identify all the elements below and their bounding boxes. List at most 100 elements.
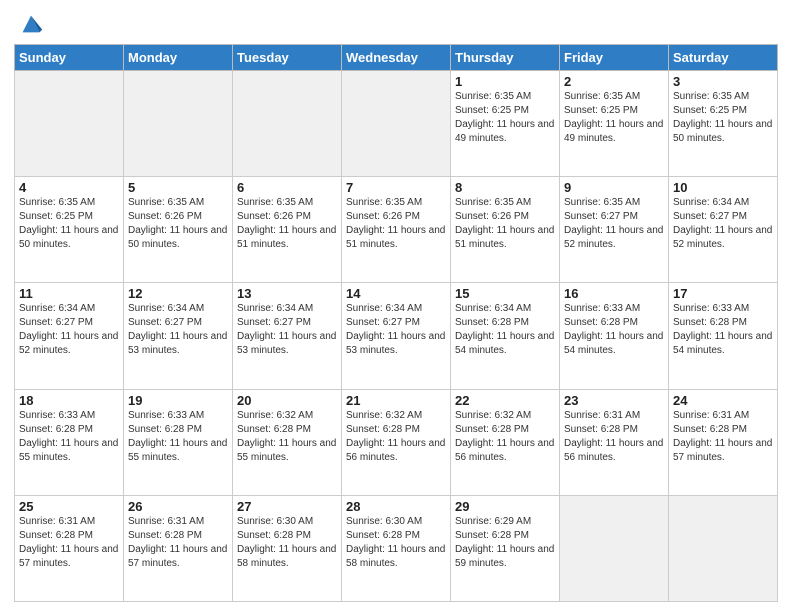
day-info: Sunrise: 6:32 AMSunset: 6:28 PMDaylight:…: [455, 409, 555, 465]
day-info: Sunrise: 6:34 AMSunset: 6:27 PMDaylight:…: [128, 302, 228, 358]
day-number: 20: [237, 393, 337, 408]
day-info: Sunrise: 6:34 AMSunset: 6:27 PMDaylight:…: [19, 302, 119, 358]
day-info: Sunrise: 6:33 AMSunset: 6:28 PMDaylight:…: [564, 302, 664, 358]
calendar-cell: [669, 495, 778, 601]
day-number: 22: [455, 393, 555, 408]
calendar-cell: 23Sunrise: 6:31 AMSunset: 6:28 PMDayligh…: [560, 389, 669, 495]
day-number: 28: [346, 499, 446, 514]
weekday-wednesday: Wednesday: [342, 45, 451, 71]
calendar-cell: 9Sunrise: 6:35 AMSunset: 6:27 PMDaylight…: [560, 177, 669, 283]
calendar-cell: 3Sunrise: 6:35 AMSunset: 6:25 PMDaylight…: [669, 71, 778, 177]
week-row-1: 1 Sunrise: 6:35 AMSunset: 6:25 PMDaylight…: [15, 71, 778, 177]
day-info: Sunrise: 6:35 AMSunset: 6:26 PMDaylight:…: [237, 196, 337, 252]
logo: [14, 10, 45, 38]
day-info: Sunrise: 6:35 AMSunset: 6:27 PMDaylight:…: [564, 196, 664, 252]
calendar-cell: 4Sunrise: 6:35 AMSunset: 6:25 PMDaylight…: [15, 177, 124, 283]
day-info: Sunrise: 6:35 AMSunset: 6:25 PMDaylight:…: [673, 90, 773, 146]
day-info: Sunrise: 6:35 AMSunset: 6:25 PMDaylight:…: [564, 90, 664, 146]
calendar-cell: 11Sunrise: 6:34 AMSunset: 6:27 PMDayligh…: [15, 283, 124, 389]
calendar-cell: 26Sunrise: 6:31 AMSunset: 6:28 PMDayligh…: [124, 495, 233, 601]
calendar-cell: 6Sunrise: 6:35 AMSunset: 6:26 PMDaylight…: [233, 177, 342, 283]
week-row-5: 25Sunrise: 6:31 AMSunset: 6:28 PMDayligh…: [15, 495, 778, 601]
day-info: Sunrise: 6:31 AMSunset: 6:28 PMDaylight:…: [128, 515, 228, 571]
day-info: Sunrise: 6:33 AMSunset: 6:28 PMDaylight:…: [128, 409, 228, 465]
calendar-cell: 24Sunrise: 6:31 AMSunset: 6:28 PMDayligh…: [669, 389, 778, 495]
day-number: 6: [237, 180, 337, 195]
calendar-cell: 16Sunrise: 6:33 AMSunset: 6:28 PMDayligh…: [560, 283, 669, 389]
header: [14, 10, 778, 38]
week-row-4: 18 Sunrise: 6:33 AMSunset: 6:28 PMDayligh…: [15, 389, 778, 495]
day-info: Sunrise: 6:35 AMSunset: 6:25 PMDaylight:…: [19, 196, 119, 252]
day-number: 23: [564, 393, 664, 408]
day-number: 4: [19, 180, 119, 195]
day-info: Sunrise: 6:34 AMSunset: 6:27 PMDaylight:…: [673, 196, 773, 252]
calendar-cell: [560, 495, 669, 601]
calendar-cell: 15Sunrise: 6:34 AMSunset: 6:28 PMDayligh…: [451, 283, 560, 389]
weekday-saturday: Saturday: [669, 45, 778, 71]
calendar-cell: 5Sunrise: 6:35 AMSunset: 6:26 PMDaylight…: [124, 177, 233, 283]
calendar-cell: 10Sunrise: 6:34 AMSunset: 6:27 PMDayligh…: [669, 177, 778, 283]
calendar-cell: 29Sunrise: 6:29 AMSunset: 6:28 PMDayligh…: [451, 495, 560, 601]
day-number: 19: [128, 393, 228, 408]
day-number: 24: [673, 393, 773, 408]
calendar-cell: 19Sunrise: 6:33 AMSunset: 6:28 PMDayligh…: [124, 389, 233, 495]
calendar-cell: [15, 71, 124, 177]
logo-icon: [17, 10, 45, 38]
day-number: 2: [564, 74, 664, 89]
calendar-cell: 25Sunrise: 6:31 AMSunset: 6:28 PMDayligh…: [15, 495, 124, 601]
day-number: 26: [128, 499, 228, 514]
calendar-cell: 12Sunrise: 6:34 AMSunset: 6:27 PMDayligh…: [124, 283, 233, 389]
day-info: Sunrise: 6:31 AMSunset: 6:28 PMDaylight:…: [19, 515, 119, 571]
calendar-cell: 13Sunrise: 6:34 AMSunset: 6:27 PMDayligh…: [233, 283, 342, 389]
day-info: Sunrise: 6:31 AMSunset: 6:28 PMDaylight:…: [564, 409, 664, 465]
day-number: 27: [237, 499, 337, 514]
calendar-cell: 22Sunrise: 6:32 AMSunset: 6:28 PMDayligh…: [451, 389, 560, 495]
day-info: Sunrise: 6:30 AMSunset: 6:28 PMDaylight:…: [346, 515, 446, 571]
day-info: Sunrise: 6:31 AMSunset: 6:28 PMDaylight:…: [673, 409, 773, 465]
day-info: Sunrise: 6:35 AMSunset: 6:26 PMDaylight:…: [128, 196, 228, 252]
day-number: 17: [673, 286, 773, 301]
weekday-sunday: Sunday: [15, 45, 124, 71]
week-row-3: 11Sunrise: 6:34 AMSunset: 6:27 PMDayligh…: [15, 283, 778, 389]
weekday-monday: Monday: [124, 45, 233, 71]
day-number: 16: [564, 286, 664, 301]
calendar-cell: [342, 71, 451, 177]
day-number: 15: [455, 286, 555, 301]
day-number: 5: [128, 180, 228, 195]
day-info: Sunrise: 6:33 AMSunset: 6:28 PMDaylight:…: [673, 302, 773, 358]
calendar-cell: 28Sunrise: 6:30 AMSunset: 6:28 PMDayligh…: [342, 495, 451, 601]
day-number: 8: [455, 180, 555, 195]
day-info: Sunrise: 6:34 AMSunset: 6:27 PMDaylight:…: [346, 302, 446, 358]
weekday-thursday: Thursday: [451, 45, 560, 71]
day-number: 14: [346, 286, 446, 301]
calendar-cell: [124, 71, 233, 177]
day-info: Sunrise: 6:34 AMSunset: 6:27 PMDaylight:…: [237, 302, 337, 358]
calendar-cell: 20Sunrise: 6:32 AMSunset: 6:28 PMDayligh…: [233, 389, 342, 495]
day-number: 3: [673, 74, 773, 89]
calendar-cell: 7Sunrise: 6:35 AMSunset: 6:26 PMDaylight…: [342, 177, 451, 283]
day-number: 11: [19, 286, 119, 301]
calendar-cell: 8Sunrise: 6:35 AMSunset: 6:26 PMDaylight…: [451, 177, 560, 283]
calendar-cell: 21Sunrise: 6:32 AMSunset: 6:28 PMDayligh…: [342, 389, 451, 495]
day-info: Sunrise: 6:29 AMSunset: 6:28 PMDaylight:…: [455, 515, 555, 571]
day-number: 12: [128, 286, 228, 301]
weekday-tuesday: Tuesday: [233, 45, 342, 71]
day-number: 7: [346, 180, 446, 195]
weekday-header-row: SundayMondayTuesdayWednesdayThursdayFrid…: [15, 45, 778, 71]
week-row-2: 4Sunrise: 6:35 AMSunset: 6:25 PMDaylight…: [15, 177, 778, 283]
day-number: 18: [19, 393, 119, 408]
day-info: Sunrise: 6:30 AMSunset: 6:28 PMDaylight:…: [237, 515, 337, 571]
day-info: Sunrise: 6:35 AMSunset: 6:26 PMDaylight:…: [346, 196, 446, 252]
day-number: 25: [19, 499, 119, 514]
day-number: 1: [455, 74, 555, 89]
calendar-cell: 1Sunrise: 6:35 AMSunset: 6:25 PMDaylight…: [451, 71, 560, 177]
calendar: SundayMondayTuesdayWednesdayThursdayFrid…: [14, 44, 778, 602]
calendar-cell: [233, 71, 342, 177]
day-number: 29: [455, 499, 555, 514]
day-info: Sunrise: 6:32 AMSunset: 6:28 PMDaylight:…: [346, 409, 446, 465]
calendar-cell: 14Sunrise: 6:34 AMSunset: 6:27 PMDayligh…: [342, 283, 451, 389]
calendar-cell: 2Sunrise: 6:35 AMSunset: 6:25 PMDaylight…: [560, 71, 669, 177]
calendar-cell: 17Sunrise: 6:33 AMSunset: 6:28 PMDayligh…: [669, 283, 778, 389]
day-number: 21: [346, 393, 446, 408]
day-number: 9: [564, 180, 664, 195]
